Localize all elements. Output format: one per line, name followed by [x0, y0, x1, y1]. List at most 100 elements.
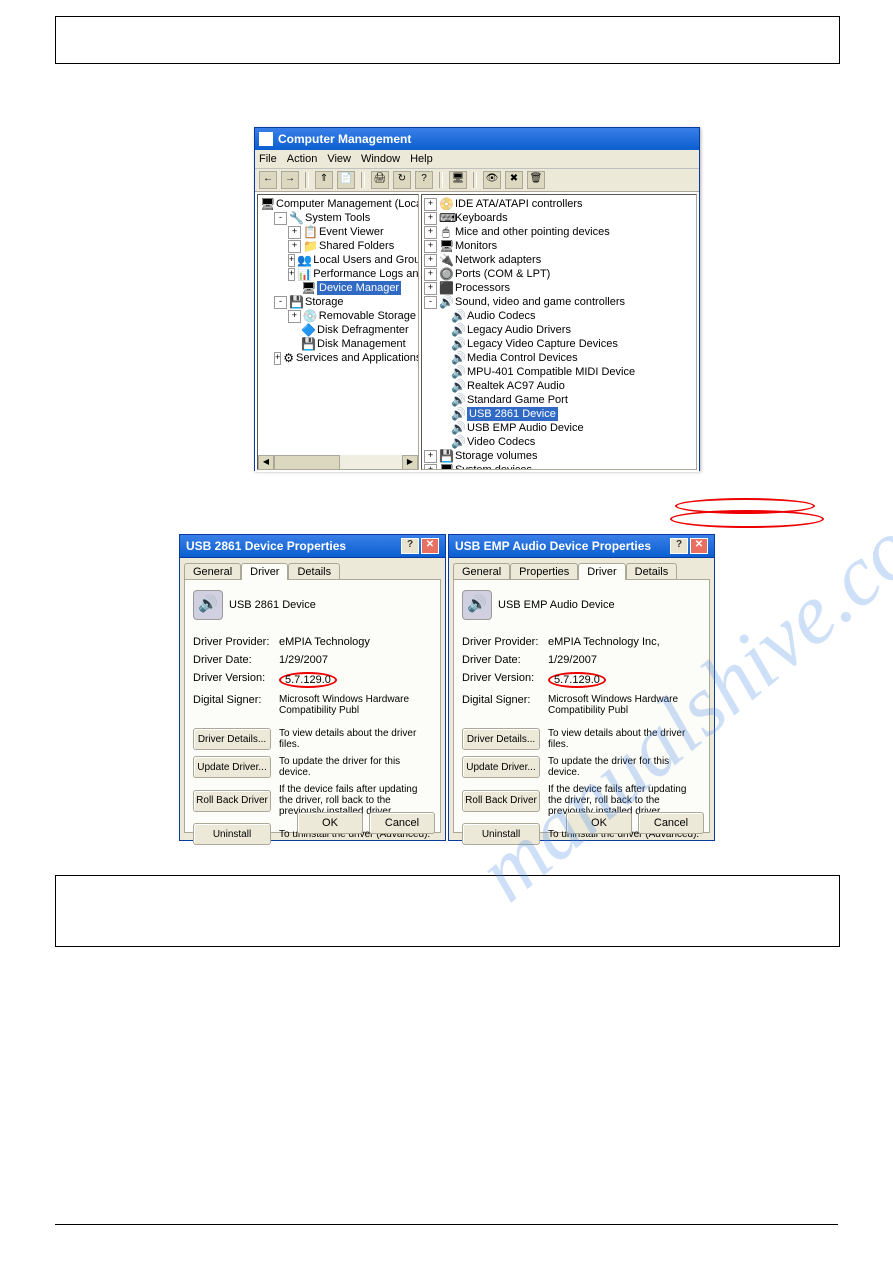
rollback-driver-button[interactable]: Roll Back Driver	[193, 790, 271, 812]
tree-toggle-icon[interactable]: +	[288, 268, 295, 281]
tree-toggle-icon[interactable]: +	[424, 198, 437, 211]
tree-item[interactable]: 🖥Computer Management (Local)	[260, 197, 416, 211]
tree-toggle-icon[interactable]: +	[424, 254, 437, 267]
tree-toggle-icon[interactable]: +	[288, 226, 301, 239]
tree-item[interactable]: +🖥System devices	[424, 463, 694, 470]
menu-item-file[interactable]: File	[259, 153, 277, 165]
cm-titlebar[interactable]: Computer Management	[255, 128, 699, 150]
toolbar-forward-icon[interactable]: →	[281, 171, 299, 189]
tree-toggle-icon[interactable]: +	[288, 240, 301, 253]
tree-item-label: Legacy Audio Drivers	[467, 323, 571, 337]
help-button-icon[interactable]: ?	[670, 538, 688, 554]
tree-item[interactable]: 🔊Legacy Audio Drivers	[424, 323, 694, 337]
tree-item[interactable]: 🔊Realtek AC97 Audio	[424, 379, 694, 393]
cancel-button[interactable]: Cancel	[638, 812, 704, 834]
tree-toggle-icon[interactable]: -	[274, 212, 287, 225]
tab-general[interactable]: General	[184, 563, 241, 580]
tree-item[interactable]: +⬛Processors	[424, 281, 694, 295]
toolbar-disable-icon[interactable]: ✖	[505, 171, 523, 189]
scroll-thumb[interactable]	[274, 455, 340, 470]
toolbar-scan-icon[interactable]: 🖥	[449, 171, 467, 189]
scroll-left-icon[interactable]: ◀	[258, 455, 274, 470]
toolbar-properties-icon[interactable]: 📄	[337, 171, 355, 189]
tree-item[interactable]: +🔘Ports (COM & LPT)	[424, 267, 694, 281]
update-driver-button[interactable]: Update Driver...	[193, 756, 271, 778]
help-button-icon[interactable]: ?	[401, 538, 419, 554]
tree-item[interactable]: +👥Local Users and Groups	[260, 253, 416, 267]
tree-toggle-icon[interactable]: +	[424, 450, 437, 463]
tree-toggle-icon[interactable]: +	[424, 212, 437, 225]
toolbar-uninstall-icon[interactable]: 🗑	[527, 171, 545, 189]
tree-toggle-icon[interactable]: +	[274, 352, 281, 365]
toolbar-uplevel-icon[interactable]: ⇑	[315, 171, 333, 189]
tree-item[interactable]: 🔊USB 2861 Device	[424, 407, 694, 421]
tree-item[interactable]: +🖱Mice and other pointing devices	[424, 225, 694, 239]
tree-item[interactable]: 🖥Device Manager	[260, 281, 416, 295]
tree-toggle-icon[interactable]: +	[424, 240, 437, 253]
tree-toggle-icon[interactable]: +	[424, 226, 437, 239]
tree-item[interactable]: 🔊Video Codecs	[424, 435, 694, 449]
menu-item-window[interactable]: Window	[361, 153, 400, 165]
toolbar-print-icon[interactable]: 🖨	[371, 171, 389, 189]
scroll-right-icon[interactable]: ▶	[402, 455, 418, 470]
tree-item[interactable]: 🔊USB EMP Audio Device	[424, 421, 694, 435]
toolbar-help-icon[interactable]: ?	[415, 171, 433, 189]
tree-item[interactable]: 🔊MPU-401 Compatible MIDI Device	[424, 365, 694, 379]
tab-driver[interactable]: Driver	[578, 563, 625, 580]
tree-item[interactable]: 💾Disk Management	[260, 337, 416, 351]
tree-item[interactable]: +🖥Monitors	[424, 239, 694, 253]
driver-details-button[interactable]: Driver Details...	[193, 728, 271, 750]
tree-item[interactable]: 🔊Standard Game Port	[424, 393, 694, 407]
tree-item[interactable]: +💾Storage volumes	[424, 449, 694, 463]
update-driver-button[interactable]: Update Driver...	[462, 756, 540, 778]
tree-item[interactable]: +🔌Network adapters	[424, 253, 694, 267]
tree-item[interactable]: 🔊Media Control Devices	[424, 351, 694, 365]
tree-item[interactable]: 🔷Disk Defragmenter	[260, 323, 416, 337]
uninstall-button[interactable]: Uninstall	[462, 823, 540, 845]
tree-item[interactable]: +⌨Keyboards	[424, 211, 694, 225]
tree-item[interactable]: +⚙Services and Applications	[260, 351, 416, 365]
tree-toggle-icon[interactable]: -	[274, 296, 287, 309]
dlg-titlebar[interactable]: USB EMP Audio Device Properties ? ✕	[448, 534, 715, 558]
close-button-icon[interactable]: ✕	[690, 538, 708, 554]
tree-toggle-icon[interactable]: +	[288, 310, 301, 323]
tree-item[interactable]: +📀IDE ATA/ATAPI controllers	[424, 197, 694, 211]
tree-toggle-icon[interactable]: -	[424, 296, 437, 309]
tree-item[interactable]: +📋Event Viewer	[260, 225, 416, 239]
tab-driver[interactable]: Driver	[241, 563, 288, 580]
tree-toggle-icon[interactable]: +	[424, 282, 437, 295]
tree-item[interactable]: 🔊Legacy Video Capture Devices	[424, 337, 694, 351]
tab-details[interactable]: Details	[288, 563, 340, 580]
toolbar-back-icon[interactable]: ←	[259, 171, 277, 189]
tree-toggle-icon[interactable]: +	[424, 464, 437, 471]
tree-item[interactable]: +📊Performance Logs and Alerts	[260, 267, 416, 281]
tab-properties[interactable]: Properties	[510, 563, 578, 580]
menu-item-help[interactable]: Help	[410, 153, 433, 165]
tab-general[interactable]: General	[453, 563, 510, 580]
cm-toolbar: ← → ⇑ 📄 🖨 ↻ ? 🖥 👁 ✖ 🗑	[255, 169, 699, 192]
rollback-driver-button[interactable]: Roll Back Driver	[462, 790, 540, 812]
tree-item-label: Network adapters	[455, 253, 541, 267]
tree-item[interactable]: 🔊Audio Codecs	[424, 309, 694, 323]
uninstall-button[interactable]: Uninstall	[193, 823, 271, 845]
scroll-track[interactable]	[274, 455, 402, 469]
horizontal-scrollbar[interactable]: ◀ ▶	[258, 455, 418, 469]
cancel-button[interactable]: Cancel	[369, 812, 435, 834]
close-button-icon[interactable]: ✕	[421, 538, 439, 554]
dlg-titlebar[interactable]: USB 2861 Device Properties ? ✕	[179, 534, 446, 558]
ok-button[interactable]: OK	[566, 812, 632, 834]
tree-item[interactable]: -💾Storage	[260, 295, 416, 309]
tree-item[interactable]: +📁Shared Folders	[260, 239, 416, 253]
tree-item[interactable]: -🔊Sound, video and game controllers	[424, 295, 694, 309]
driver-details-button[interactable]: Driver Details...	[462, 728, 540, 750]
tree-toggle-icon[interactable]: +	[424, 268, 437, 281]
tree-item[interactable]: +💿Removable Storage	[260, 309, 416, 323]
toolbar-refresh-icon[interactable]: ↻	[393, 171, 411, 189]
tree-toggle-icon[interactable]: +	[288, 254, 295, 267]
ok-button[interactable]: OK	[297, 812, 363, 834]
tab-details[interactable]: Details	[626, 563, 678, 580]
menu-item-view[interactable]: View	[327, 153, 351, 165]
tree-item[interactable]: -🔧System Tools	[260, 211, 416, 225]
toolbar-showhidden-icon[interactable]: 👁	[483, 171, 501, 189]
menu-item-action[interactable]: Action	[287, 153, 318, 165]
